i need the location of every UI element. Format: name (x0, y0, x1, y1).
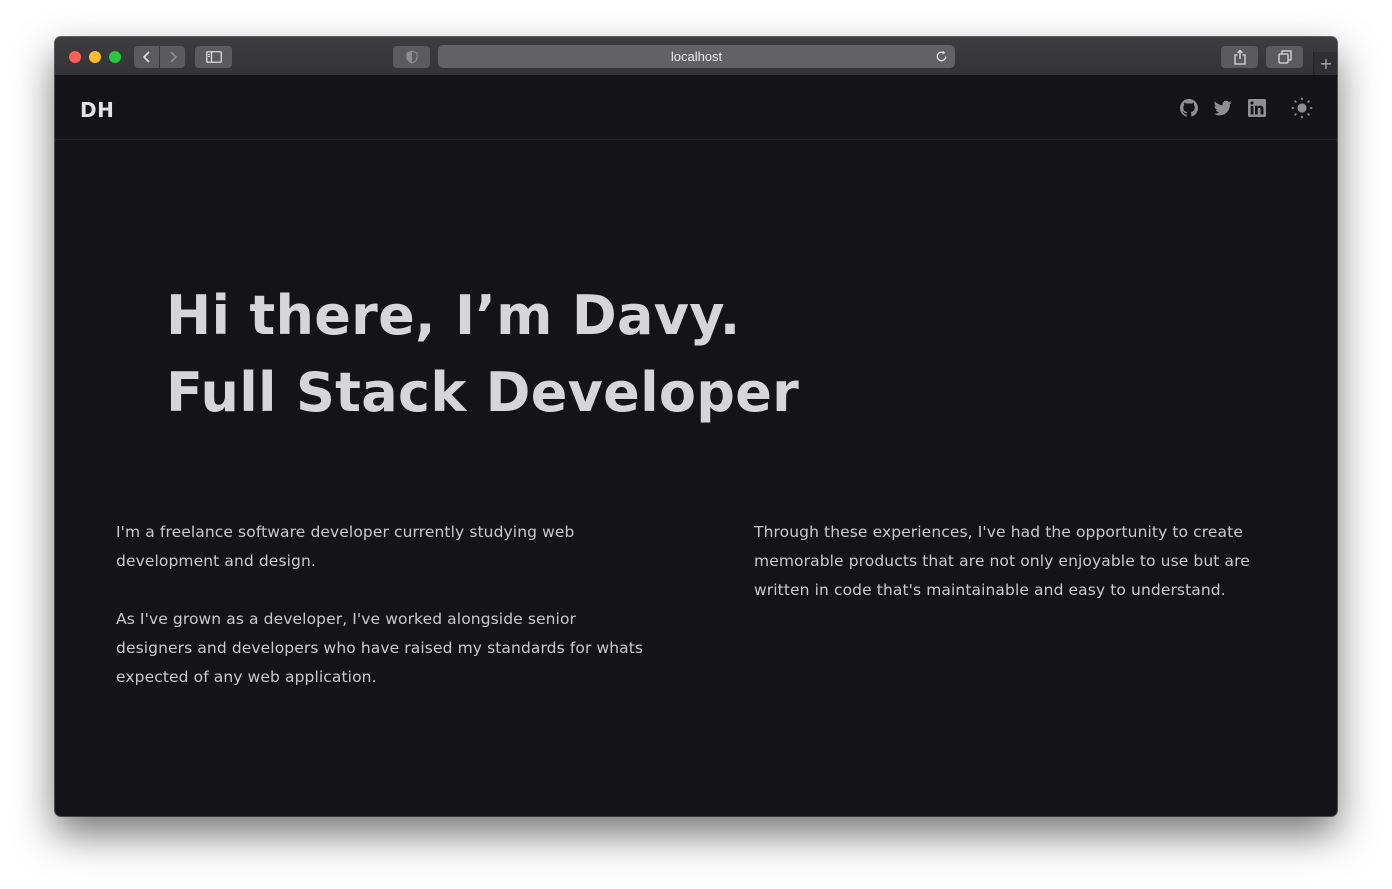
site-logo[interactable]: DH (80, 98, 114, 122)
maximize-window-button[interactable] (109, 51, 121, 63)
address-bar[interactable]: localhost (438, 45, 955, 68)
linkedin-icon (1248, 99, 1266, 117)
theme-toggle-button[interactable] (1291, 97, 1313, 119)
url-text: localhost (670, 49, 723, 64)
privacy-report-button[interactable] (393, 46, 430, 68)
history-navigation (134, 46, 185, 68)
about-paragraph: Through these experiences, I've had the … (754, 523, 1250, 599)
linkedin-link[interactable] (1247, 98, 1267, 118)
github-link[interactable] (1179, 98, 1199, 118)
chevron-left-icon (142, 51, 150, 63)
tab-overview-button[interactable] (1266, 46, 1303, 68)
browser-window: localhost + DH Hi there, I’m Davy. Full (55, 37, 1337, 816)
hero-greeting: Hi there, I’m Davy. (166, 284, 741, 347)
minimize-window-button[interactable] (89, 51, 101, 63)
about-paragraph: I'm a freelance software developer curre… (116, 523, 575, 570)
twitter-icon (1214, 100, 1232, 116)
tabs-overview-icon (1277, 50, 1292, 64)
shield-icon (405, 50, 418, 64)
github-icon (1180, 99, 1198, 117)
forward-button[interactable] (160, 46, 185, 68)
hero-heading: Hi there, I’m Davy. Full Stack Developer (166, 277, 799, 431)
about-right-column: Through these experiences, I've had the … (754, 518, 1274, 634)
hero-role: Full Stack Developer (166, 361, 800, 424)
browser-toolbar: localhost + (55, 37, 1337, 76)
close-window-button[interactable] (69, 51, 81, 63)
twitter-link[interactable] (1213, 98, 1233, 118)
share-icon (1233, 49, 1246, 65)
sidebar-toggle-button[interactable] (195, 46, 232, 68)
chevron-right-icon (169, 51, 177, 63)
plus-icon: + (1319, 54, 1333, 73)
share-button[interactable] (1221, 46, 1258, 68)
site-header: DH (55, 76, 1337, 140)
new-tab-button[interactable]: + (1313, 52, 1337, 75)
reload-icon[interactable] (934, 49, 949, 64)
back-button[interactable] (134, 46, 159, 68)
sun-icon (1291, 97, 1313, 119)
sidebar-icon (205, 51, 222, 63)
about-paragraph: As I've grown as a developer, I've worke… (116, 610, 644, 686)
about-left-column: I'm a freelance software developer curre… (116, 518, 656, 721)
